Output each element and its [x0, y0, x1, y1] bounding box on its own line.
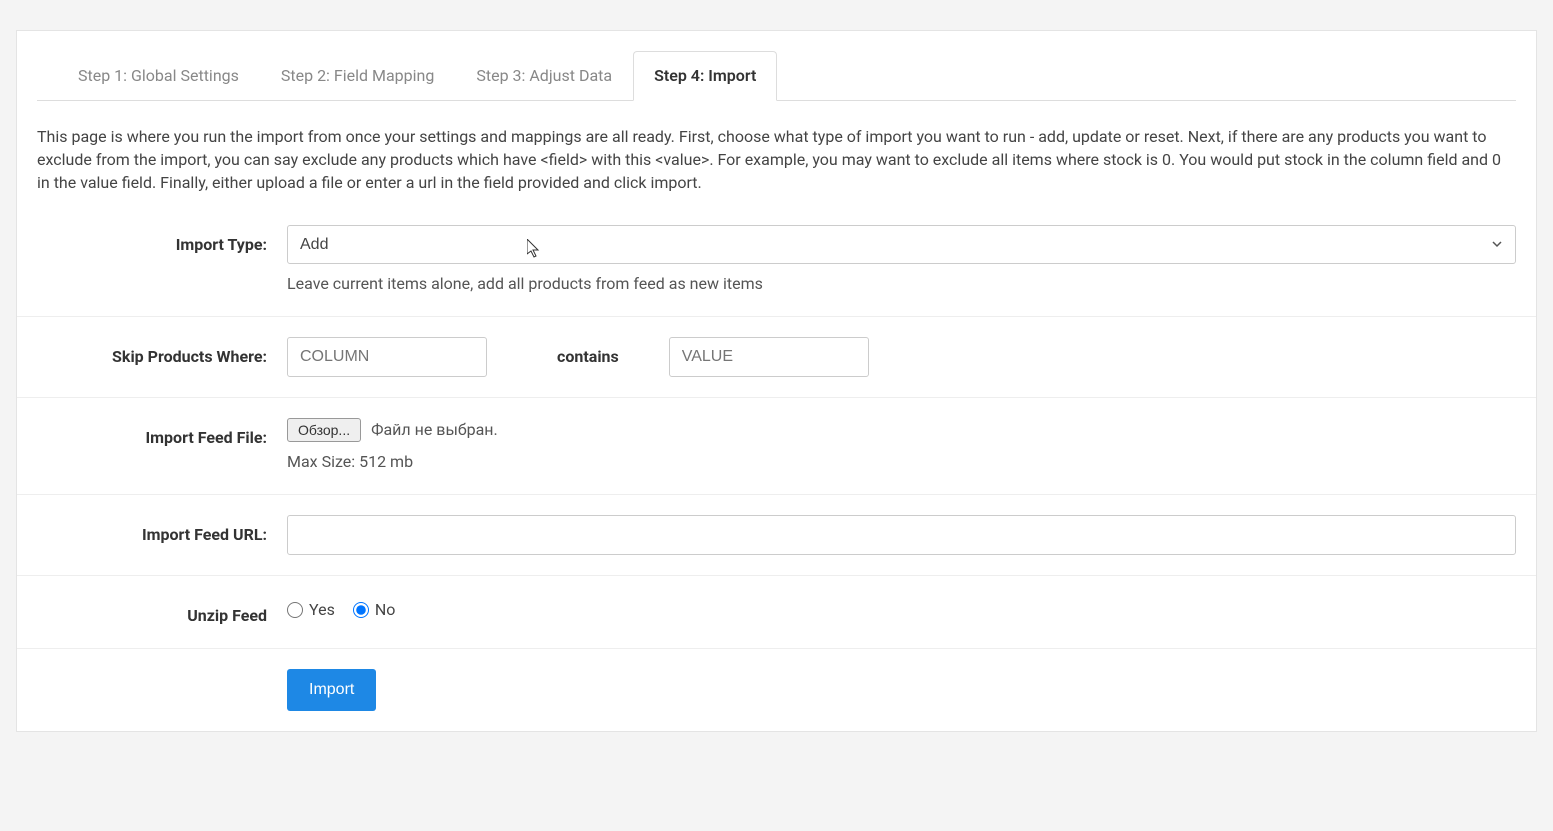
- browse-button[interactable]: Обзор...: [287, 418, 361, 442]
- tab-field-mapping[interactable]: Step 2: Field Mapping: [260, 51, 455, 101]
- feed-url-input[interactable]: [287, 515, 1516, 555]
- skip-value-input[interactable]: [669, 337, 869, 377]
- row-unzip-feed: Unzip Feed Yes No: [17, 575, 1536, 648]
- import-form: Import Type: Add Leave current items alo…: [17, 205, 1536, 731]
- tab-global-settings[interactable]: Step 1: Global Settings: [57, 51, 260, 101]
- file-status-text: Файл не выбран.: [371, 418, 498, 442]
- unzip-no-radio[interactable]: [353, 602, 369, 618]
- label-unzip-feed: Unzip Feed: [37, 596, 287, 628]
- label-skip-products: Skip Products Where:: [37, 337, 287, 369]
- row-feed-file: Import Feed File: Обзор... Файл не выбра…: [17, 397, 1536, 494]
- import-button[interactable]: Import: [287, 669, 376, 711]
- row-import-type: Import Type: Add Leave current items alo…: [17, 205, 1536, 316]
- import-panel: Step 1: Global Settings Step 2: Field Ma…: [16, 30, 1537, 732]
- unzip-yes-option[interactable]: Yes: [287, 598, 335, 622]
- step-tabs: Step 1: Global Settings Step 2: Field Ma…: [37, 51, 1516, 101]
- max-size-text: Max Size: 512 mb: [287, 450, 1516, 474]
- skip-column-input[interactable]: [287, 337, 487, 377]
- label-feed-url: Import Feed URL:: [37, 515, 287, 547]
- unzip-no-option[interactable]: No: [353, 598, 396, 622]
- unzip-yes-radio[interactable]: [287, 602, 303, 618]
- page-description: This page is where you run the import fr…: [17, 101, 1536, 205]
- tab-adjust-data[interactable]: Step 3: Adjust Data: [455, 51, 633, 101]
- unzip-yes-label: Yes: [309, 598, 335, 622]
- unzip-no-label: No: [375, 598, 396, 622]
- skip-contains-text: contains: [487, 345, 669, 369]
- row-feed-url: Import Feed URL:: [17, 494, 1536, 575]
- row-skip-products: Skip Products Where: contains: [17, 316, 1536, 397]
- import-type-select[interactable]: Add: [287, 225, 1516, 264]
- label-import-type: Import Type:: [37, 225, 287, 257]
- label-feed-file: Import Feed File:: [37, 418, 287, 450]
- import-type-help: Leave current items alone, add all produ…: [287, 272, 1516, 296]
- tab-import[interactable]: Step 4: Import: [633, 51, 777, 101]
- row-submit: Import: [17, 648, 1536, 731]
